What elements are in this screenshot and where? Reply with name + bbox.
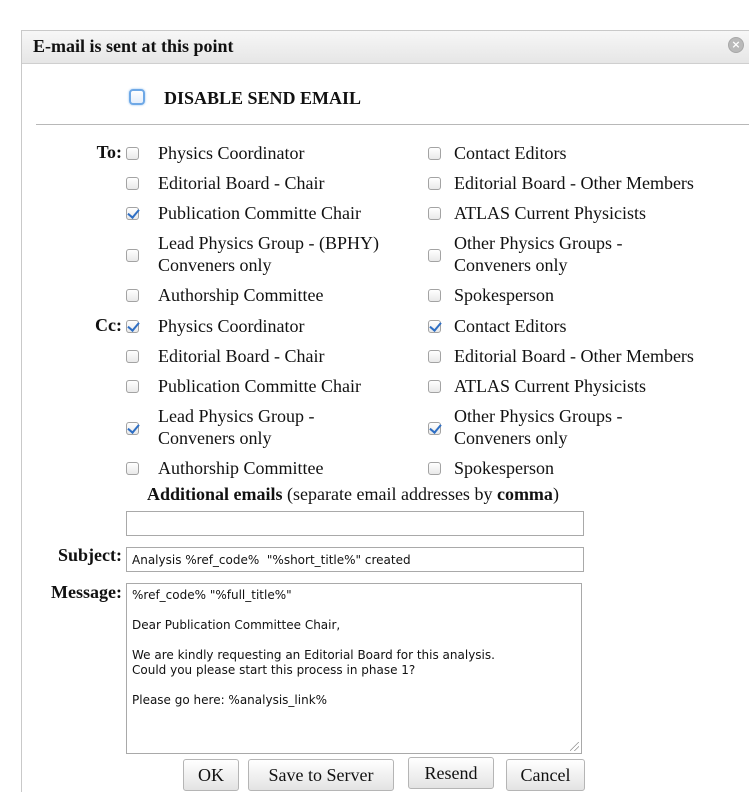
cc-right-label-line2-3: Conveners only <box>454 428 568 448</box>
cc-left-checkbox-0[interactable] <box>126 320 139 333</box>
cc-left-label-0: Physics Coordinator <box>158 316 305 336</box>
to-left-checkbox-4[interactable] <box>126 289 139 302</box>
additional-emails-input[interactable] <box>126 511 584 536</box>
to-right-checkbox-3[interactable] <box>428 249 441 262</box>
additional-emails-label: Additional emails (separate email addres… <box>147 484 559 505</box>
to-left-checkbox-3[interactable] <box>126 249 139 262</box>
subject-label: Subject: <box>58 545 122 565</box>
disable-send-email-checkbox[interactable] <box>129 89 145 105</box>
cc-left-label-2: Publication Committe Chair <box>158 376 361 396</box>
to-right-label-line2-3: Conveners only <box>454 255 568 275</box>
additional-emails-hint-bold: comma <box>496 484 553 504</box>
to-right-label-3: Other Physics Groups - <box>454 233 623 253</box>
cc-right-checkbox-4[interactable] <box>428 462 441 475</box>
cc-right-checkbox-1[interactable] <box>428 350 441 363</box>
to-left-checkbox-1[interactable] <box>126 177 139 190</box>
to-label: To: <box>96 142 122 162</box>
to-left-label-4: Authorship Committee <box>158 285 324 305</box>
message-textarea[interactable]: %ref_code% "%full_title%" Dear Publicati… <box>126 583 582 754</box>
message-label: Message: <box>51 582 122 602</box>
cc-left-checkbox-3[interactable] <box>126 422 139 435</box>
disable-send-email-label: DISABLE SEND EMAIL <box>164 88 362 108</box>
dialog-titlebar: E-mail is sent at this point × <box>22 31 749 64</box>
save-to-server-button[interactable]: Save to Server <box>248 759 394 791</box>
subject-input[interactable] <box>126 547 584 572</box>
to-right-label-1: Editorial Board - Other Members <box>454 173 694 193</box>
to-right-checkbox-1[interactable] <box>428 177 441 190</box>
cc-left-checkbox-4[interactable] <box>126 462 139 475</box>
to-right-checkbox-0[interactable] <box>428 147 441 160</box>
additional-emails-title: Additional emails <box>147 484 283 504</box>
cc-left-label-1: Editorial Board - Chair <box>158 346 325 366</box>
cc-right-checkbox-2[interactable] <box>428 380 441 393</box>
to-right-label-2: ATLAS Current Physicists <box>454 203 647 223</box>
additional-emails-hint-end: ) <box>552 484 559 504</box>
dialog-title: E-mail is sent at this point <box>33 36 234 56</box>
cc-right-checkbox-0[interactable] <box>428 320 441 333</box>
cc-left-label-3: Lead Physics Group - <box>158 406 315 426</box>
separator <box>36 124 749 125</box>
cc-right-label-4: Spokesperson <box>454 458 554 478</box>
to-right-label-0: Contact Editors <box>454 143 567 163</box>
cc-left-checkbox-1[interactable] <box>126 350 139 363</box>
to-left-label-1: Editorial Board - Chair <box>158 173 325 193</box>
cc-label: Cc: <box>95 315 122 335</box>
cc-right-label-2: ATLAS Current Physicists <box>454 376 647 396</box>
cc-right-checkbox-3[interactable] <box>428 422 441 435</box>
to-right-checkbox-4[interactable] <box>428 289 441 302</box>
cc-right-label-0: Contact Editors <box>454 316 567 336</box>
to-right-label-4: Spokesperson <box>454 285 554 305</box>
to-right-checkbox-2[interactable] <box>428 207 441 220</box>
cc-left-label-line2-3: Conveners only <box>158 428 272 448</box>
cc-right-label-1: Editorial Board - Other Members <box>454 346 694 366</box>
close-icon[interactable]: × <box>728 37 744 53</box>
to-left-label-0: Physics Coordinator <box>158 143 305 163</box>
to-left-label-2: Publication Committe Chair <box>158 203 361 223</box>
to-left-label-3: Lead Physics Group - (BPHY) <box>158 233 379 253</box>
to-left-label-line2-3: Conveners only <box>158 255 272 275</box>
to-left-checkbox-0[interactable] <box>126 147 139 160</box>
additional-emails-hint: (separate email addresses by <box>282 484 497 504</box>
ok-button[interactable]: OK <box>183 759 239 791</box>
resize-grip-icon[interactable] <box>570 742 579 751</box>
cc-right-label-3: Other Physics Groups - <box>454 406 623 426</box>
cancel-button[interactable]: Cancel <box>506 759 585 791</box>
resend-button[interactable]: Resend <box>408 757 494 789</box>
cc-left-checkbox-2[interactable] <box>126 380 139 393</box>
email-dialog: E-mail is sent at this point × DISABLE S… <box>21 30 749 792</box>
to-left-checkbox-2[interactable] <box>126 207 139 220</box>
cc-left-label-4: Authorship Committee <box>158 458 324 478</box>
